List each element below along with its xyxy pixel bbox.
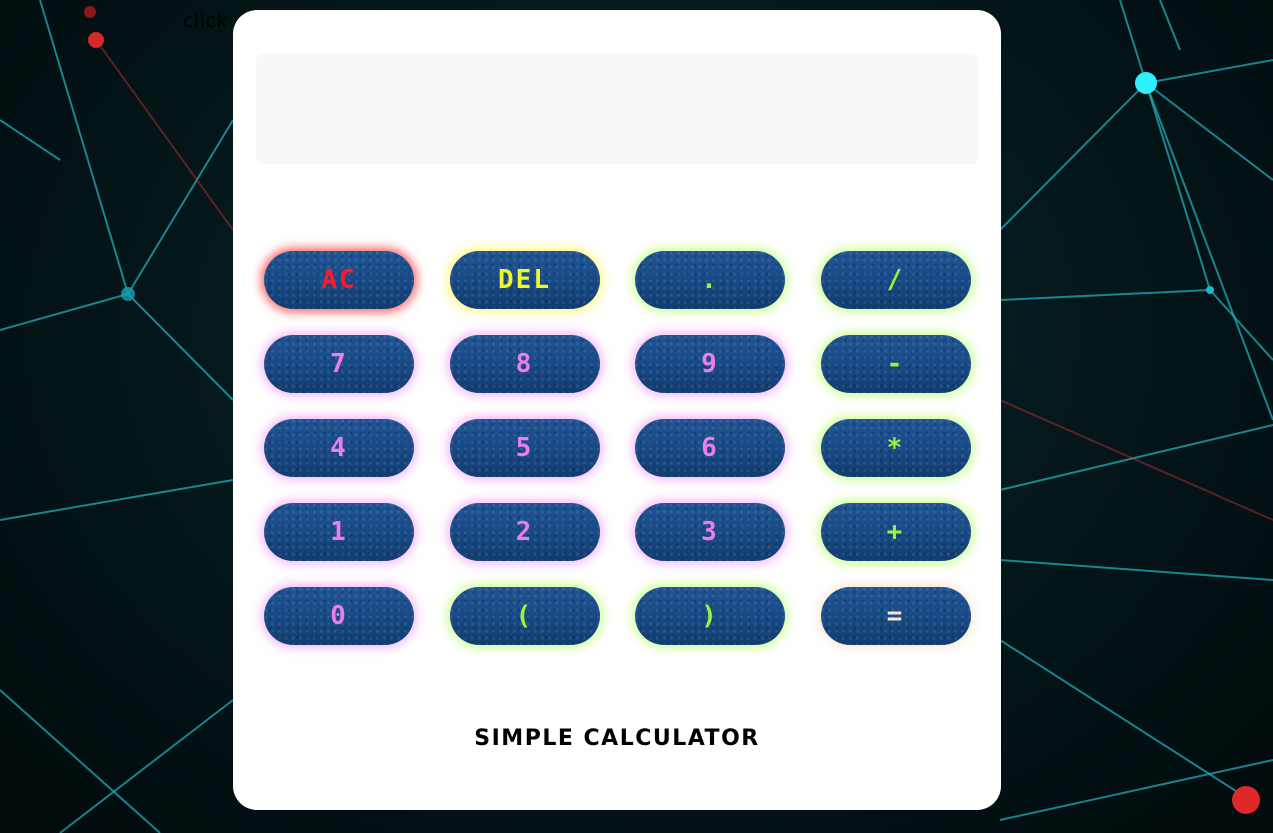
click-hint-text: click <box>183 10 228 32</box>
keypad: AC DEL . / 7 8 9 - 4 5 6 * 1 2 3 + 0 ( )… <box>264 251 971 645</box>
close-paren-button[interactable]: ) <box>635 587 785 645</box>
divide-button[interactable]: / <box>820 251 971 309</box>
digit-6-button[interactable]: 6 <box>635 419 785 477</box>
digit-9-button[interactable]: 9 <box>635 335 785 393</box>
multiply-button[interactable]: * <box>820 419 971 477</box>
digit-2-button[interactable]: 2 <box>449 503 600 561</box>
digit-1-button[interactable]: 1 <box>264 503 414 561</box>
digit-8-button[interactable]: 8 <box>449 335 600 393</box>
subtract-button[interactable]: - <box>820 335 971 393</box>
equals-button[interactable]: = <box>820 587 971 645</box>
calculator-display <box>256 54 978 164</box>
open-paren-button[interactable]: ( <box>449 587 600 645</box>
calculator-panel: AC DEL . / 7 8 9 - 4 5 6 * 1 2 3 + 0 ( )… <box>233 10 1001 810</box>
digit-7-button[interactable]: 7 <box>264 335 414 393</box>
digit-0-button[interactable]: 0 <box>264 587 414 645</box>
ac-button[interactable]: AC <box>264 251 414 309</box>
digit-4-button[interactable]: 4 <box>264 419 414 477</box>
digit-3-button[interactable]: 3 <box>635 503 785 561</box>
decimal-button[interactable]: . <box>635 251 785 309</box>
digit-5-button[interactable]: 5 <box>449 419 600 477</box>
add-button[interactable]: + <box>820 503 971 561</box>
calculator-title: SIMPLE CALCULATOR <box>474 726 760 751</box>
delete-button[interactable]: DEL <box>449 251 600 309</box>
